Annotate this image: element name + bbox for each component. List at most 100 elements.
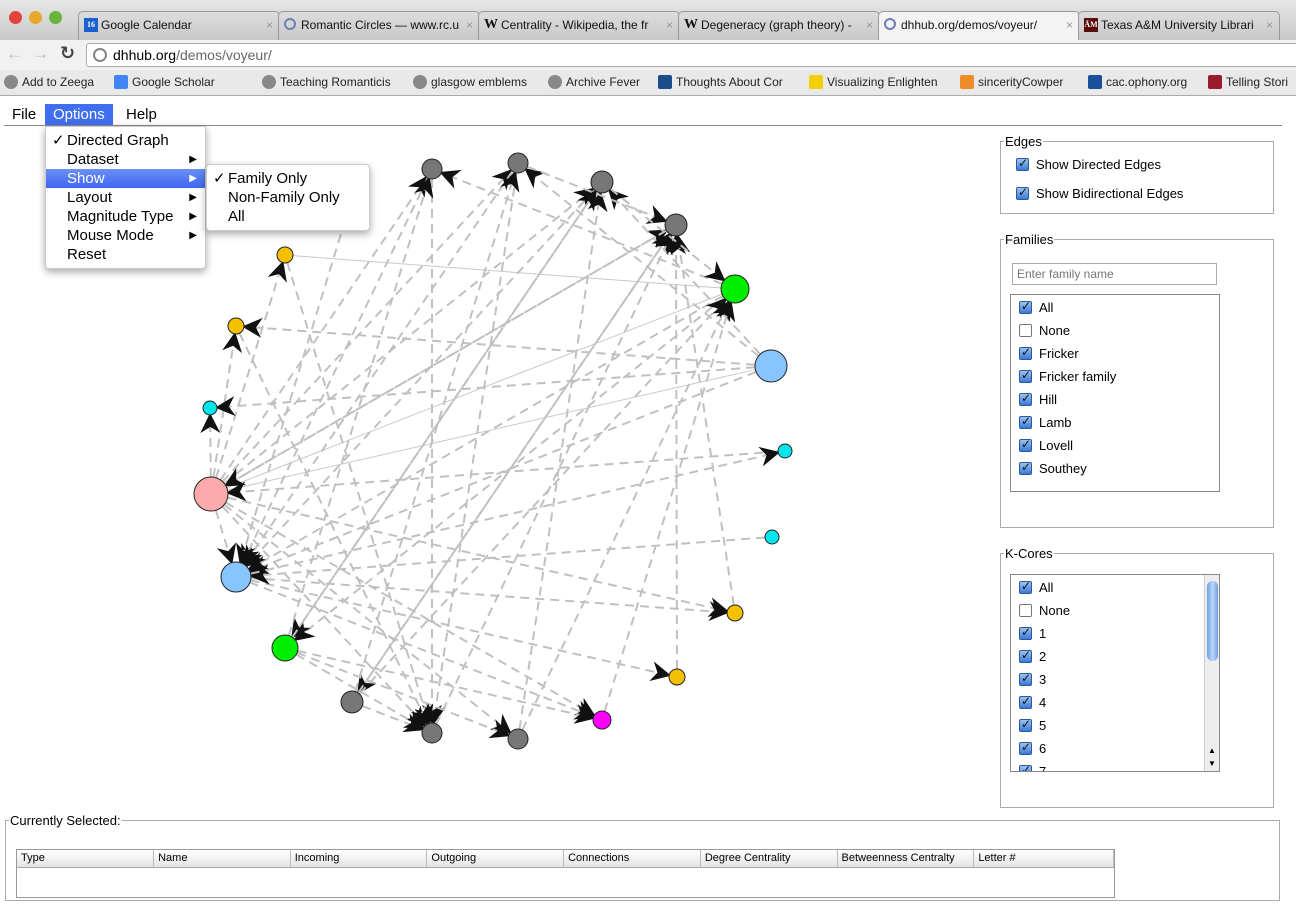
kcores-scrollbar[interactable]: ▲ ▼: [1204, 575, 1219, 771]
menu-item[interactable]: Reset: [46, 245, 205, 264]
checkbox-item[interactable]: Show Bidirectional Edges: [1016, 185, 1273, 215]
menu-item[interactable]: Dataset ▶: [46, 150, 205, 169]
checkbox-item[interactable]: Hill: [1011, 388, 1219, 411]
browser-tab[interactable]: ĀM Texas A&M University Librari ×: [1078, 11, 1280, 40]
checkbox[interactable]: [1019, 437, 1032, 452]
checkbox[interactable]: [1019, 740, 1032, 755]
checkbox[interactable]: [1016, 185, 1029, 200]
scroll-down-icon[interactable]: ▼: [1208, 759, 1216, 768]
forward-icon[interactable]: →: [32, 44, 49, 64]
checkbox-item[interactable]: 5: [1011, 714, 1219, 737]
bookmark-item[interactable]: Telling Stori: [1208, 75, 1288, 89]
graph-node-gray[interactable]: [340, 690, 364, 714]
checkbox-item[interactable]: Lamb: [1011, 411, 1219, 434]
menu-item[interactable]: Show ▶: [46, 169, 205, 188]
graph-node-green[interactable]: [271, 634, 299, 662]
menu-item[interactable]: ✓ Family Only: [207, 169, 369, 188]
close-window-button[interactable]: [9, 11, 22, 24]
checkbox-item[interactable]: None: [1011, 319, 1219, 342]
bookmark-item[interactable]: glasgow emblems: [413, 75, 527, 89]
menu-file[interactable]: File: [4, 104, 44, 125]
bookmark-item[interactable]: Thoughts About Cor: [658, 75, 783, 89]
checkbox-item[interactable]: 3: [1011, 668, 1219, 691]
graph-node-yellow[interactable]: [227, 317, 245, 335]
graph-node-yellow[interactable]: [276, 246, 294, 264]
menu-item[interactable]: Mouse Mode ▶: [46, 226, 205, 245]
column-header[interactable]: Betweenness Centralty: [837, 850, 975, 868]
column-header[interactable]: Type: [17, 850, 155, 868]
minimize-window-button[interactable]: [29, 11, 42, 24]
tab-close-icon[interactable]: ×: [666, 18, 673, 32]
graph-node-gray[interactable]: [421, 722, 443, 744]
checkbox[interactable]: [1019, 763, 1032, 771]
zoom-window-button[interactable]: [49, 11, 62, 24]
graph-node-gray[interactable]: [664, 213, 688, 237]
checkbox[interactable]: [1019, 324, 1032, 337]
graph-node-gray[interactable]: [507, 728, 529, 750]
menu-item[interactable]: Magnitude Type ▶: [46, 207, 205, 226]
checkbox[interactable]: [1019, 671, 1032, 686]
bookmark-item[interactable]: sincerityCowper: [960, 75, 1063, 89]
bookmark-item[interactable]: Google Scholar: [114, 75, 215, 89]
checkbox[interactable]: [1019, 579, 1032, 594]
checkbox[interactable]: [1019, 391, 1032, 406]
scroll-up-icon[interactable]: ▲: [1208, 746, 1216, 755]
checkbox-item[interactable]: All: [1011, 576, 1219, 599]
address-bar[interactable]: dhhub.org/demos/voyeur/: [86, 43, 1296, 67]
checkbox-item[interactable]: None: [1011, 599, 1219, 622]
browser-tab[interactable]: W Degeneracy (graph theory) - ×: [678, 11, 880, 40]
bookmark-item[interactable]: cac.ophony.org: [1088, 75, 1187, 89]
tab-close-icon[interactable]: ×: [866, 18, 873, 32]
browser-tab[interactable]: 16 Google Calendar ×: [78, 11, 280, 40]
families-list[interactable]: All None Fricker Fricker family Hill Lamb Love…: [1010, 294, 1220, 492]
checkbox[interactable]: [1019, 648, 1032, 663]
checkbox-item[interactable]: Fricker family: [1011, 365, 1219, 388]
kcores-list[interactable]: All None 1 2 3 4 5 6 7 ▲ ▼: [1010, 574, 1220, 772]
tab-close-icon[interactable]: ×: [1266, 18, 1273, 32]
column-header[interactable]: Name: [153, 850, 291, 868]
graph-node-blue[interactable]: [220, 561, 252, 593]
graph-node-cyan[interactable]: [764, 529, 780, 545]
checkbox-item[interactable]: 7: [1011, 760, 1219, 771]
checkbox-item[interactable]: Show Directed Edges: [1016, 156, 1273, 186]
browser-tab[interactable]: W Centrality - Wikipedia, the fr ×: [478, 11, 680, 40]
checkbox-item[interactable]: 1: [1011, 622, 1219, 645]
checkbox-item[interactable]: Southey: [1011, 457, 1219, 480]
bookmark-item[interactable]: Teaching Romanticis: [262, 75, 391, 89]
bookmark-item[interactable]: Archive Fever: [548, 75, 640, 89]
tab-close-icon[interactable]: ×: [1066, 18, 1073, 32]
checkbox[interactable]: [1019, 604, 1032, 617]
graph-node-pink[interactable]: [193, 476, 229, 512]
column-header[interactable]: Connections: [563, 850, 701, 868]
menu-item[interactable]: ✓ Directed Graph: [46, 131, 205, 150]
selection-table[interactable]: Type Name Incoming Outgoing Connections Degre…: [16, 849, 1115, 898]
graph-node-gray[interactable]: [421, 158, 443, 180]
graph-node-gray[interactable]: [507, 152, 529, 174]
checkbox[interactable]: [1019, 345, 1032, 360]
menu-help[interactable]: Help: [118, 104, 165, 125]
checkbox[interactable]: [1019, 299, 1032, 314]
checkbox-item[interactable]: Lovell: [1011, 434, 1219, 457]
checkbox-item[interactable]: Fricker: [1011, 342, 1219, 365]
scrollbar-thumb[interactable]: [1207, 581, 1218, 661]
browser-tab[interactable]: dhhub.org/demos/voyeur/ ×: [878, 11, 1080, 41]
column-header[interactable]: Degree Centrality: [700, 850, 838, 868]
checkbox[interactable]: [1019, 694, 1032, 709]
checkbox[interactable]: [1019, 368, 1032, 383]
graph-node-cyan[interactable]: [777, 443, 793, 459]
checkbox-item[interactable]: 4: [1011, 691, 1219, 714]
checkbox-item[interactable]: 6: [1011, 737, 1219, 760]
checkbox[interactable]: [1019, 414, 1032, 429]
graph-node-yellow[interactable]: [668, 668, 686, 686]
checkbox-item[interactable]: 2: [1011, 645, 1219, 668]
bookmark-item[interactable]: Visualizing Enlighten: [809, 75, 938, 89]
tab-close-icon[interactable]: ×: [466, 18, 473, 32]
tab-close-icon[interactable]: ×: [266, 18, 273, 32]
bookmark-item[interactable]: Add to Zeega: [4, 75, 94, 89]
menu-item[interactable]: Layout ▶: [46, 188, 205, 207]
graph-node-blue[interactable]: [754, 349, 788, 383]
graph-node-cyan[interactable]: [202, 400, 218, 416]
graph-node-magenta[interactable]: [592, 710, 612, 730]
menu-options[interactable]: Options: [45, 104, 113, 125]
column-header[interactable]: Outgoing: [426, 850, 565, 868]
